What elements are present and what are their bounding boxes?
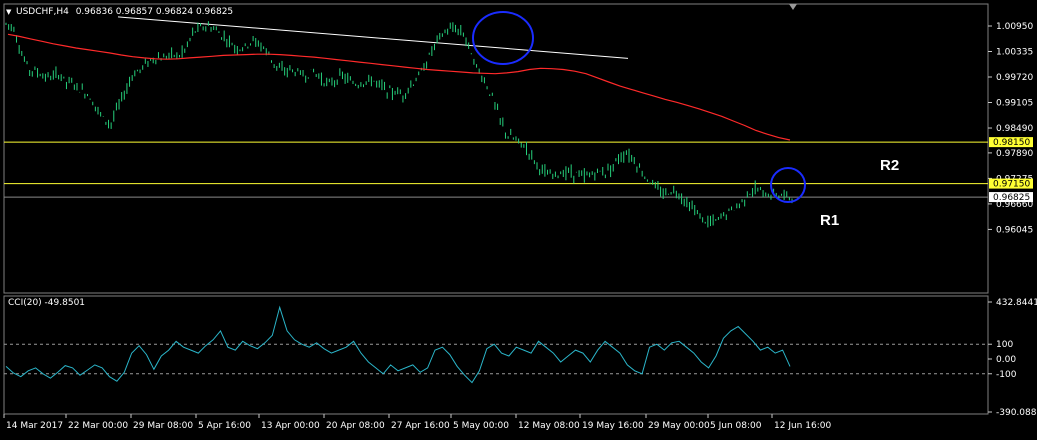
- cci-tick-label: 432.8441: [996, 298, 1037, 308]
- price-tag-label: 0.96825: [993, 193, 1030, 203]
- ohlc-values: 0.96836 0.96857 0.96824 0.96825: [76, 7, 233, 17]
- time-tick-label: 20 Apr 08:00: [326, 421, 385, 431]
- annotation-r1: R1: [820, 212, 839, 229]
- cci-label: CCI(20) -49.8501: [8, 298, 85, 308]
- chart-window: 1.00950 1.00335 0.99720 0.99105 0.98490 0.978…: [0, 0, 1037, 440]
- time-tick-label: 5 Apr 16:00: [198, 421, 251, 431]
- time-tick-label: 5 Jun 08:00: [710, 421, 762, 431]
- collapse-arrow-icon[interactable]: ▼: [6, 8, 12, 16]
- cci-tick-label: -100: [996, 370, 1017, 380]
- time-tick-label: 5 May 00:00: [453, 421, 509, 431]
- cci-tick-label: -390.0885: [996, 408, 1037, 418]
- time-tick-label: 12 May 08:00: [518, 421, 580, 431]
- price-tick-label: 0.96045: [996, 225, 1033, 235]
- price-tick-label: 0.99105: [996, 99, 1033, 109]
- price-tag-label: 0.98150: [993, 138, 1030, 148]
- cci-tick-label: 0.00: [996, 355, 1016, 365]
- price-tag-label: 0.97150: [993, 180, 1030, 190]
- time-tick-label: 29 Mar 08:00: [133, 421, 193, 431]
- time-tick-label: 12 Jun 16:00: [774, 421, 831, 431]
- time-tick-label: 19 May 16:00: [582, 421, 644, 431]
- price-tick-label: 0.98490: [996, 124, 1033, 134]
- time-tick-label: 14 Mar 2017: [6, 421, 63, 431]
- price-tick-label: 0.99720: [996, 73, 1033, 83]
- time-tick-label: 29 May 00:00: [648, 421, 710, 431]
- price-tick-label: 1.00335: [996, 48, 1033, 58]
- price-tick-label: 0.97890: [996, 149, 1033, 159]
- time-tick-label: 13 Apr 00:00: [261, 421, 320, 431]
- time-tick-label: 22 Mar 00:00: [68, 421, 128, 431]
- cci-tick-label: 100: [996, 340, 1013, 350]
- price-tick-label: 1.00950: [996, 22, 1033, 32]
- annotation-r2: R2: [880, 157, 899, 174]
- symbol-label: USDCHF,H4: [16, 7, 69, 17]
- time-tick-label: 27 Apr 16:00: [391, 421, 450, 431]
- svg-text:USDCHF,H4 0.96836 0.96857: USDCHF,H4 0.96836 0.96857 0.96824 0.9682…: [16, 7, 233, 17]
